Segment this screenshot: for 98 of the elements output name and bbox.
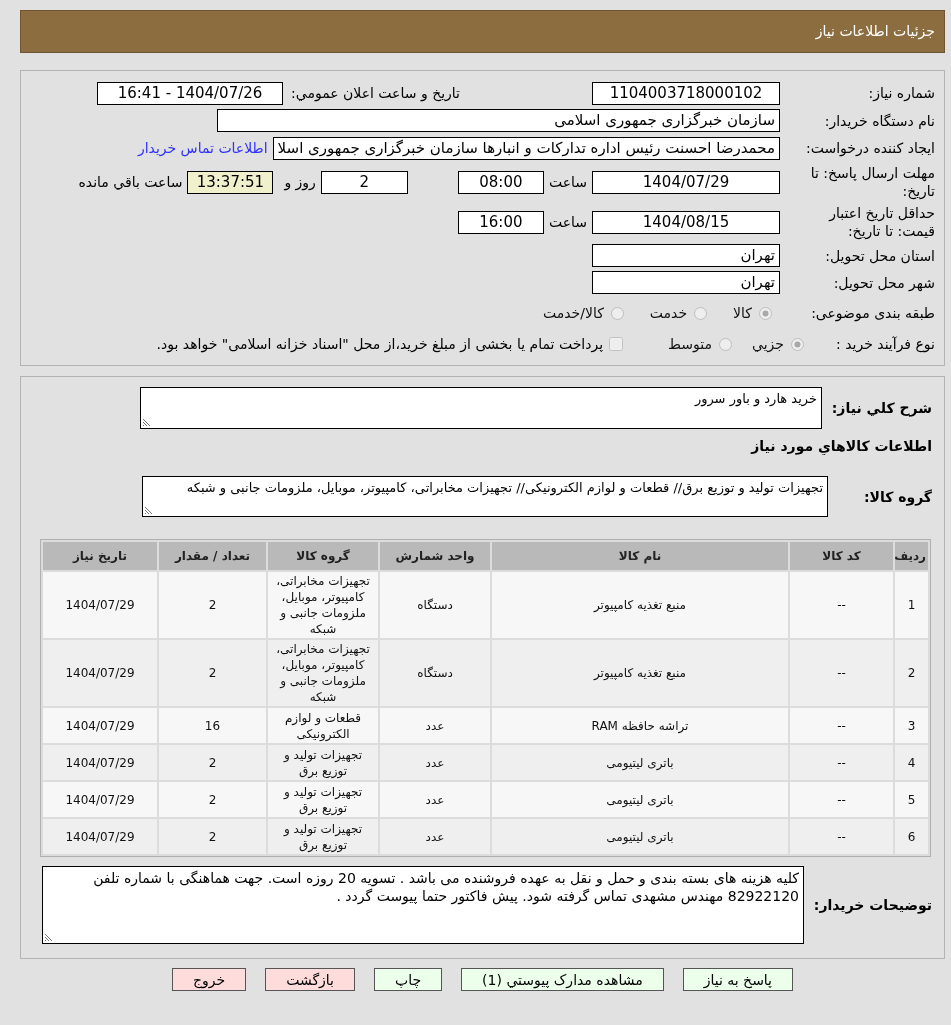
table-cell: 2 [159, 819, 266, 854]
table-cell: منبع تغذیه کامپیوتر [492, 640, 788, 706]
table-cell: 1404/07/29 [43, 708, 157, 743]
resize-grip-icon[interactable] [143, 418, 151, 426]
table-cell: تجهیزات تولید و توزیع برق [268, 819, 378, 854]
date-field[interactable]: 1404/07/29 [592, 170, 780, 194]
table-cell: 3 [895, 708, 928, 743]
action-button[interactable]: بازگشت [265, 968, 355, 991]
option-label: کالا/خدمت [542, 304, 604, 322]
field-label: توضیحات خریدار: [812, 896, 932, 914]
field-label: ساعت باقي مانده [78, 173, 183, 191]
table-cell: 1404/07/29 [43, 819, 157, 854]
field-label: استان محل تحویل: [824, 246, 935, 265]
option-label: کالا [733, 304, 752, 322]
days-field[interactable]: 2 [320, 170, 408, 194]
table-cell: -- [790, 572, 893, 638]
table-cell: -- [790, 640, 893, 706]
buyer-org-field[interactable]: سازمان خبرگزاری جمهوری اسلامی [217, 109, 780, 132]
description-field[interactable]: خرید هارد و باور سرور [140, 387, 822, 429]
field-label: مهلت ارسال پاسخ: تا تاریخ: [809, 164, 935, 200]
time-field[interactable]: 08:00 [457, 170, 544, 194]
table-cell: 1404/07/29 [43, 640, 157, 706]
field-label: ایجاد کننده درخواست: [805, 139, 935, 157]
table-cell: تجهیزات مخابراتی، کامپیوتر، موبایل، ملزومات جانبی و شبکه [268, 640, 378, 706]
table-cell: -- [790, 819, 893, 854]
table-cell: منبع تغذیه کامپیوتر [492, 572, 788, 638]
column-header: کد کالا [790, 542, 893, 570]
table-cell: 6 [895, 819, 928, 854]
table-cell: 2 [159, 640, 266, 706]
table-cell: باتری لیتیومی [492, 782, 788, 817]
option-label: جزيي [752, 335, 784, 353]
action-button[interactable]: خروج [172, 968, 247, 991]
table-cell: 16 [159, 708, 266, 743]
checkbox-label: پرداخت تمام یا بخشی از مبلغ خرید،از محل "اسناد خزانه اسلامی" خواهد بود. [156, 335, 604, 353]
table-cell: 2 [159, 572, 266, 638]
table-cell: 5 [895, 782, 928, 817]
table-cell: 2 [159, 782, 266, 817]
table-cell: عدد [380, 708, 490, 743]
table-cell: تراشه حافظه RAM [492, 708, 788, 743]
table-cell: 2 [895, 640, 928, 706]
table-cell: 1404/07/29 [43, 745, 157, 780]
field-label: روز و [284, 173, 316, 191]
table-cell: 2 [159, 745, 266, 780]
action-button[interactable]: مشاهده مدارک پیوستي (1) [461, 968, 664, 991]
column-header: تعداد / مقدار [159, 542, 266, 570]
table-cell: -- [790, 708, 893, 743]
field-label: شماره نیاز: [867, 84, 935, 102]
table-cell: -- [790, 745, 893, 780]
table-cell: تجهیزات تولید و توزیع برق [268, 782, 378, 817]
section-heading: اطلاعات کالاهاي مورد نیاز [749, 437, 932, 455]
option-label: خدمت [649, 304, 688, 322]
field-label: شرح کلي نیاز: [830, 399, 932, 417]
table-cell: عدد [380, 745, 490, 780]
action-button[interactable]: پاسخ به نیاز [682, 968, 794, 991]
table-cell: 1404/07/29 [43, 572, 157, 638]
field-label: شهر محل تحویل: [832, 273, 935, 292]
column-header: نام کالا [492, 542, 788, 570]
table-cell: عدد [380, 819, 490, 854]
table-cell: -- [790, 782, 893, 817]
field-label: ساعت [548, 213, 587, 231]
buyer-contact-link[interactable]: اطلاعات تماس خریدار [137, 139, 268, 157]
resize-grip-icon[interactable] [145, 506, 153, 514]
column-header: ردیف [895, 542, 928, 570]
table-cell: 1404/07/29 [43, 782, 157, 817]
field-label: نام دستگاه خریدار: [823, 111, 935, 130]
announcement-date-field[interactable]: 1404/07/26 - 16:41 [97, 81, 284, 105]
requester-field[interactable]: محمدرضا احسنت رئیس اداره تدارکات و انبارها سازمان خبرگزاری جمهوری اسلا [272, 136, 780, 160]
table-cell: 1 [895, 572, 928, 638]
table-cell: قطعات و لوازم الکترونیکی [268, 708, 378, 743]
province-field[interactable]: تهران [592, 244, 780, 267]
table-cell: 4 [895, 745, 928, 780]
column-header: واحد شمارش [380, 542, 490, 570]
table-cell: تجهیزات تولید و توزیع برق [268, 745, 378, 780]
action-button[interactable]: چاپ [374, 968, 443, 991]
date-field[interactable]: 1404/08/15 [592, 210, 780, 234]
table-cell: دستگاه [380, 640, 490, 706]
column-header: تاریخ نیاز [43, 542, 157, 570]
goods-group-field[interactable]: تجهیزات تولید و توزیع برق// قطعات و لوازم الکترونیکی// تجهیزات مخابراتی، کامپیوتر، موبایل، ملزومات جانبی و شبکه [142, 476, 828, 517]
field-label: گروه کالا: [862, 487, 932, 506]
field-label: تاریخ و ساعت اعلان عمومي: [291, 84, 460, 102]
resize-grip-icon[interactable] [45, 933, 53, 941]
field-label: ساعت [548, 173, 587, 191]
table-cell: تجهیزات مخابراتی، کامپیوتر، موبایل، ملزومات جانبی و شبکه [268, 572, 378, 638]
table-cell: باتری لیتیومی [492, 745, 788, 780]
city-field[interactable]: تهران [592, 271, 780, 294]
time-field[interactable]: 16:00 [457, 210, 544, 234]
table-cell: باتری لیتیومی [492, 819, 788, 854]
buyer-notes-field[interactable]: کلیه هزینه های بسته بندی و حمل و نقل به عهده فروشنده می باشد . تسویه 20 روزه است. جهت هماهنگی با شماره تلفن 82922120 مهندس مشهدی تماس گرفته شود. پیش فاکتور حتما پیوست گردد . [42, 866, 804, 944]
table-cell: دستگاه [380, 572, 490, 638]
table-cell: عدد [380, 782, 490, 817]
column-header: گروه کالا [268, 542, 378, 570]
option-label: متوسط [668, 335, 713, 353]
need-number-field[interactable]: 1104003718000102 [592, 81, 780, 105]
field-label: نوع فرآیند خرید : [835, 335, 935, 353]
field-label: حداقل تاریخ اعتبار قیمت: تا تاریخ: [827, 204, 935, 240]
field-label: طبقه بندی موضوعی: [810, 304, 935, 322]
page-title: جزئیات اطلاعات نیاز [815, 22, 935, 42]
countdown-field[interactable]: 13:37:51 [187, 170, 274, 194]
